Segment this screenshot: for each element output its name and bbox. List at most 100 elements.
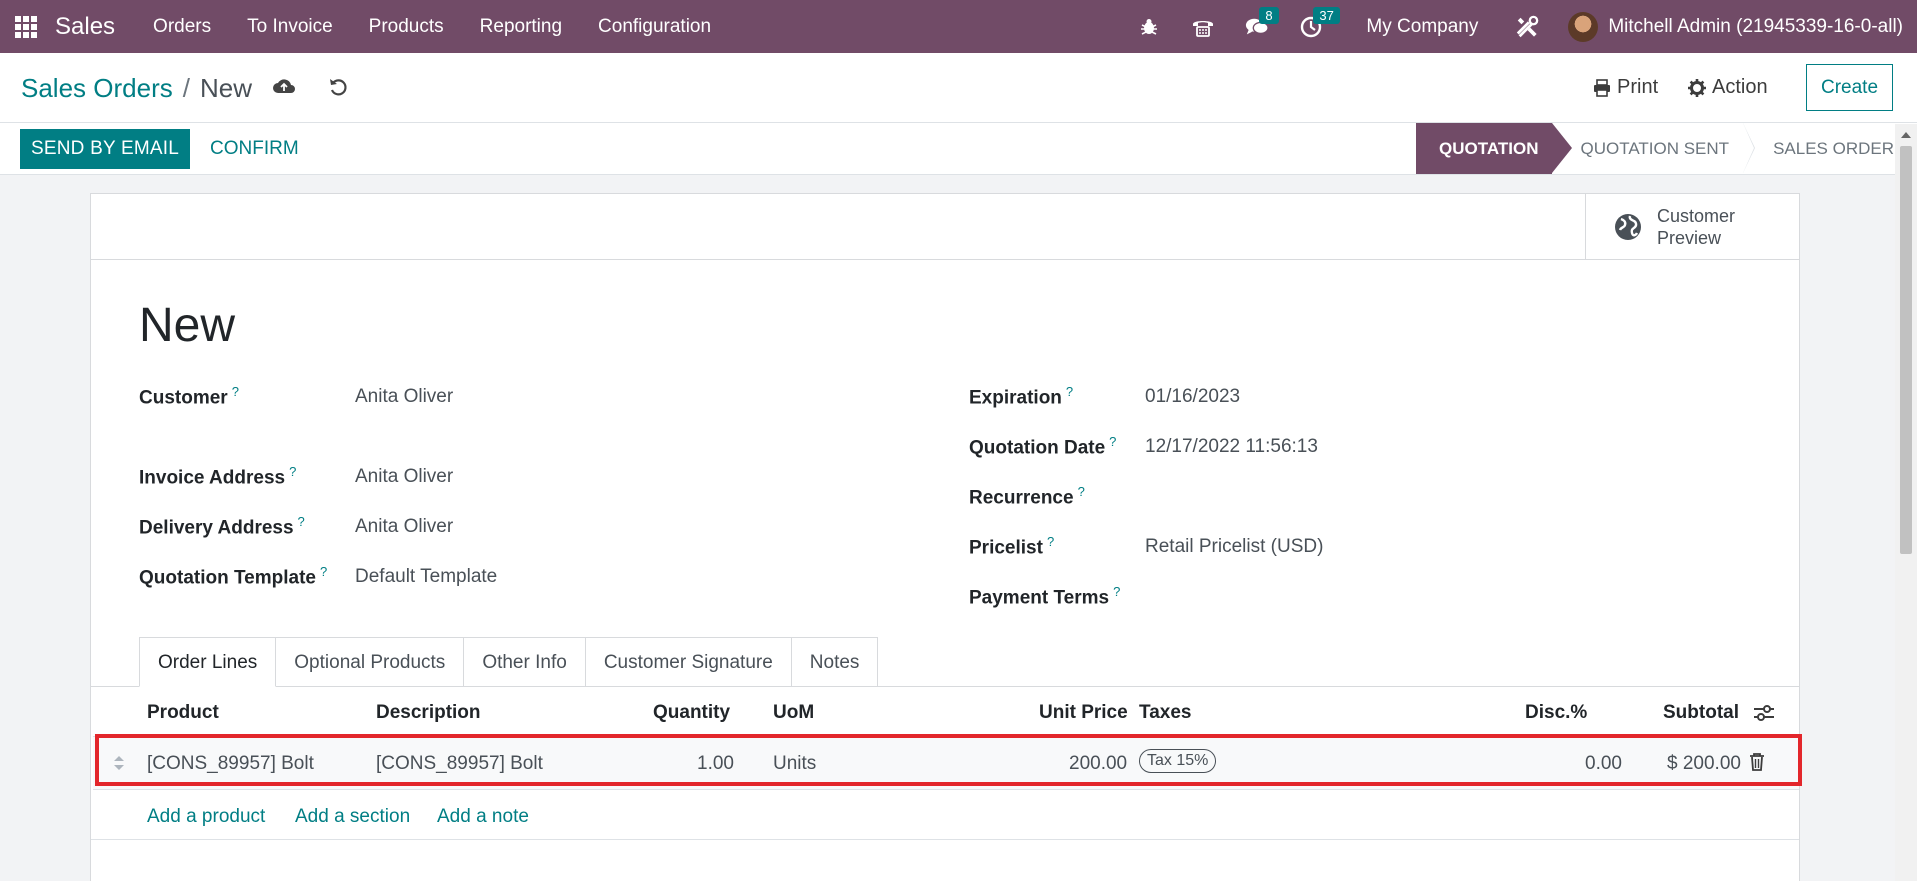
add-note-link[interactable]: Add a note bbox=[437, 806, 529, 828]
expiration-label: Expiration? bbox=[969, 384, 1074, 409]
top-navbar: Sales Orders To Invoice Products Reporti… bbox=[0, 0, 1917, 53]
menu-orders[interactable]: Orders bbox=[135, 0, 229, 53]
activities-badge: 37 bbox=[1313, 6, 1340, 24]
form-sheet: Customer Preview New Customer? Anita Oli… bbox=[90, 193, 1800, 881]
quotation-template-field[interactable]: Default Template bbox=[355, 566, 497, 588]
apps-grid-icon[interactable] bbox=[15, 15, 37, 38]
delivery-address-label: Delivery Address? bbox=[139, 514, 305, 539]
discard-undo-icon[interactable] bbox=[328, 77, 348, 103]
action-label: Action bbox=[1712, 76, 1768, 98]
status-stages: QUOTATION QUOTATION SENT SALES ORDER bbox=[1416, 123, 1896, 175]
col-product[interactable]: Product bbox=[147, 702, 219, 724]
breadcrumb-sales-orders[interactable]: Sales Orders bbox=[21, 73, 173, 104]
optional-columns-toggle-icon[interactable] bbox=[1753, 704, 1775, 728]
col-quantity[interactable]: Quantity bbox=[653, 702, 730, 724]
help-icon[interactable]: ? bbox=[1109, 434, 1116, 449]
tab-customer-signature[interactable]: Customer Signature bbox=[585, 637, 792, 687]
customer-preview-label: Customer Preview bbox=[1657, 205, 1736, 248]
menu-to-invoice[interactable]: To Invoice bbox=[229, 0, 351, 53]
stage-quotation-sent[interactable]: QUOTATION SENT bbox=[1552, 123, 1755, 174]
navbar-systray: 8 37 My Company Mitchell Admin (21945339… bbox=[1122, 0, 1917, 53]
add-section-link[interactable]: Add a section bbox=[295, 806, 410, 828]
notebook-tabs: Order Lines Optional Products Other Info… bbox=[139, 637, 879, 687]
customer-label: Customer? bbox=[139, 384, 239, 409]
user-menu[interactable]: Mitchell Admin (21945339-16-0-all) bbox=[1608, 16, 1903, 38]
recurrence-label: Recurrence? bbox=[969, 484, 1085, 509]
help-icon[interactable]: ? bbox=[289, 464, 296, 479]
breadcrumb: Sales Orders / New bbox=[21, 73, 252, 104]
trash-icon[interactable] bbox=[1749, 752, 1765, 777]
phone-icon[interactable] bbox=[1191, 15, 1215, 39]
send-by-email-button[interactable]: SEND BY EMAIL bbox=[20, 129, 190, 169]
vertical-scrollbar[interactable] bbox=[1895, 124, 1917, 881]
action-button[interactable]: Action bbox=[1688, 76, 1768, 99]
table-row[interactable]: [CONS_89957] Bolt [CONS_89957] Bolt 1.00… bbox=[93, 736, 1799, 790]
cell-unit-price[interactable]: 200.00 bbox=[1069, 753, 1127, 775]
tab-order-lines[interactable]: Order Lines bbox=[139, 637, 277, 687]
status-bar: SEND BY EMAIL CONFIRM QUOTATION QUOTATIO… bbox=[0, 123, 1917, 175]
customer-preview-button[interactable]: Customer Preview bbox=[1585, 194, 1799, 259]
help-icon[interactable]: ? bbox=[1047, 534, 1054, 549]
quotation-date-field[interactable]: 12/17/2022 11:56:13 bbox=[1145, 436, 1318, 458]
menu-reporting[interactable]: Reporting bbox=[462, 0, 580, 53]
print-button[interactable]: Print bbox=[1593, 76, 1658, 99]
col-description[interactable]: Description bbox=[376, 702, 481, 724]
col-uom[interactable]: UoM bbox=[773, 702, 814, 724]
tax-tag[interactable]: Tax 15% bbox=[1139, 749, 1217, 773]
invoice-address-field[interactable]: Anita Oliver bbox=[355, 466, 453, 488]
payment-terms-label: Payment Terms? bbox=[969, 584, 1121, 609]
stage-sales-order[interactable]: SALES ORDER bbox=[1745, 123, 1896, 174]
col-discount[interactable]: Disc.% bbox=[1525, 702, 1587, 724]
pricelist-label: Pricelist? bbox=[969, 534, 1055, 559]
add-product-link[interactable]: Add a product bbox=[147, 806, 265, 828]
messages-icon[interactable]: 8 bbox=[1245, 6, 1279, 39]
help-icon[interactable]: ? bbox=[1113, 584, 1120, 599]
breadcrumb-separator: / bbox=[182, 73, 190, 103]
help-icon[interactable]: ? bbox=[1066, 384, 1073, 399]
menu-configuration[interactable]: Configuration bbox=[580, 0, 729, 53]
help-icon[interactable]: ? bbox=[232, 384, 239, 399]
customer-field[interactable]: Anita Oliver bbox=[355, 386, 453, 408]
delivery-address-field[interactable]: Anita Oliver bbox=[355, 516, 453, 538]
stage-quotation[interactable]: QUOTATION bbox=[1416, 123, 1574, 174]
messages-badge: 8 bbox=[1259, 6, 1279, 24]
breadcrumb-current: New bbox=[199, 73, 252, 103]
expiration-field[interactable]: 01/16/2023 bbox=[1145, 386, 1240, 408]
scrollbar-thumb[interactable] bbox=[1900, 146, 1912, 554]
cell-subtotal: $ 200.00 bbox=[1667, 753, 1741, 774]
cell-product[interactable]: [CONS_89957] Bolt bbox=[147, 753, 314, 775]
user-avatar[interactable] bbox=[1568, 11, 1599, 42]
activities-clock-icon[interactable]: 37 bbox=[1299, 6, 1340, 39]
col-subtotal[interactable]: Subtotal bbox=[1663, 702, 1739, 724]
tab-notes[interactable]: Notes bbox=[791, 637, 879, 687]
help-icon[interactable]: ? bbox=[1078, 484, 1085, 499]
control-panel: Sales Orders / New Print Action Create bbox=[0, 53, 1917, 123]
create-button[interactable]: Create bbox=[1806, 64, 1893, 111]
tools-icon[interactable] bbox=[1515, 15, 1539, 39]
menu-products[interactable]: Products bbox=[351, 0, 462, 53]
cell-discount[interactable]: 0.00 bbox=[1585, 753, 1622, 775]
tab-other-info[interactable]: Other Info bbox=[464, 637, 586, 687]
app-name[interactable]: Sales bbox=[55, 13, 115, 41]
help-icon[interactable]: ? bbox=[298, 514, 305, 529]
company-switcher[interactable]: My Company bbox=[1366, 16, 1478, 38]
invoice-address-label: Invoice Address? bbox=[139, 464, 297, 489]
help-icon[interactable]: ? bbox=[320, 564, 327, 579]
quotation-template-label: Quotation Template? bbox=[139, 564, 328, 589]
col-unit-price[interactable]: Unit Price bbox=[1039, 702, 1128, 724]
bug-icon[interactable] bbox=[1137, 15, 1161, 39]
scroll-up-arrow-icon[interactable] bbox=[1901, 132, 1911, 138]
gear-icon bbox=[1688, 78, 1706, 97]
save-cloud-icon[interactable] bbox=[272, 77, 296, 101]
tab-optional-products[interactable]: Optional Products bbox=[276, 637, 465, 687]
cell-uom[interactable]: Units bbox=[773, 753, 816, 775]
pricelist-field[interactable]: Retail Pricelist (USD) bbox=[1145, 536, 1323, 558]
globe-icon bbox=[1615, 213, 1641, 240]
quotation-date-label: Quotation Date? bbox=[969, 434, 1117, 459]
confirm-button[interactable]: CONFIRM bbox=[210, 129, 299, 169]
cell-description[interactable]: [CONS_89957] Bolt bbox=[376, 753, 543, 775]
cell-quantity[interactable]: 1.00 bbox=[697, 753, 734, 775]
main-menu: Orders To Invoice Products Reporting Con… bbox=[135, 0, 729, 53]
col-taxes[interactable]: Taxes bbox=[1139, 702, 1191, 724]
row-drag-handle-icon[interactable] bbox=[113, 755, 125, 777]
